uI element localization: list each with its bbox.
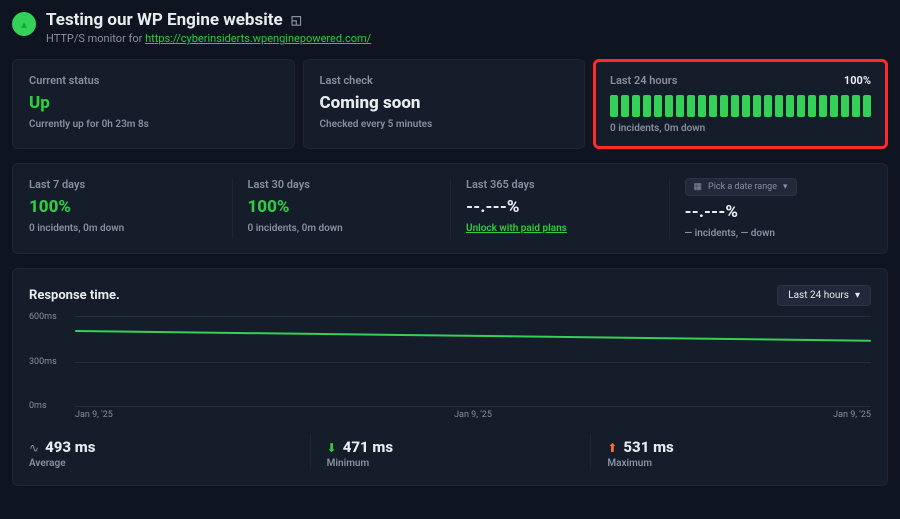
response-time-line xyxy=(75,330,871,342)
uptime-bar xyxy=(852,95,860,117)
stat-minimum-label: Minimum xyxy=(327,458,591,469)
period-365d-label: Last 365 days xyxy=(466,178,653,191)
period-30d-sub: 0 incidents, 0m down xyxy=(248,223,435,234)
unlock-plans-link[interactable]: Unlock with paid plans xyxy=(466,223,567,234)
external-link-icon[interactable]: ◱ xyxy=(291,13,302,27)
uptime-bar xyxy=(720,95,728,117)
stat-maximum-value: 531 ms xyxy=(623,438,673,456)
uptime-bar xyxy=(797,95,805,117)
period-custom-sub: — incidents, — down xyxy=(685,228,872,239)
response-time-xticks: Jan 9, '25 Jan 9, '25 Jan 9, '25 xyxy=(75,410,871,420)
uptime-bar xyxy=(819,95,827,117)
ytick-600: 600ms xyxy=(29,312,57,322)
uptime-bar xyxy=(841,95,849,117)
stat-maximum: ⬆ 531 ms Maximum xyxy=(590,434,871,469)
last-24h-label: Last 24 hours xyxy=(610,74,677,87)
period-7d-value: 100% xyxy=(29,197,216,217)
monitor-header: ▴ Testing our WP Engine website ◱ HTTP/S… xyxy=(12,10,888,45)
uptime-bar xyxy=(786,95,794,117)
current-status-sub: Currently up for 0h 23m 8s xyxy=(29,119,278,130)
period-30d-value: 100% xyxy=(248,197,435,217)
last-check-label: Last check xyxy=(320,74,569,87)
stat-average: ∿ 493 ms Average xyxy=(29,434,310,469)
uptime-bar xyxy=(621,95,629,117)
ytick-300: 300ms xyxy=(29,357,57,367)
uptime-bar xyxy=(764,95,772,117)
status-indicator-icon: ▴ xyxy=(12,12,36,36)
uptime-bar xyxy=(742,95,750,117)
uptime-bar xyxy=(643,95,651,117)
uptime-bar xyxy=(676,95,684,117)
xtick-mid: Jan 9, '25 xyxy=(454,410,492,420)
uptime-bar xyxy=(632,95,640,117)
uptime-bar xyxy=(775,95,783,117)
stat-average-label: Average xyxy=(29,458,310,469)
monitor-type-label: HTTP/S monitor for xyxy=(46,32,145,45)
uptime-bar xyxy=(808,95,816,117)
monitor-subtitle: HTTP/S monitor for https://cyberinsidert… xyxy=(46,32,371,45)
response-time-chart: 600ms 300ms 0ms xyxy=(75,316,871,406)
current-status-label: Current status xyxy=(29,74,278,87)
stat-maximum-label: Maximum xyxy=(607,458,871,469)
uptime-bar xyxy=(698,95,706,117)
xtick-right: Jan 9, '25 xyxy=(833,410,871,420)
maximum-icon: ⬆ xyxy=(607,441,617,455)
uptime-bar xyxy=(687,95,695,117)
xtick-left: Jan 9, '25 xyxy=(75,410,113,420)
last-check-value: Coming soon xyxy=(320,93,569,113)
period-custom-value: --.---% xyxy=(685,202,872,222)
response-time-range-label: Last 24 hours xyxy=(788,290,849,301)
uptime-bar xyxy=(731,95,739,117)
minimum-icon: ⬇ xyxy=(327,441,337,455)
response-time-panel: Response time. Last 24 hours ▾ 600ms 300… xyxy=(12,268,888,486)
current-status-value: Up xyxy=(29,93,278,113)
period-7d: Last 7 days 100% 0 incidents, 0m down xyxy=(13,164,232,253)
last-24h-card: Last 24 hours 100% 0 incidents, 0m down xyxy=(593,59,888,149)
period-365d-value: --.---% xyxy=(466,197,653,217)
last-check-sub: Checked every 5 minutes xyxy=(320,119,569,130)
page-title: Testing our WP Engine website xyxy=(46,10,283,30)
uptime-bar xyxy=(665,95,673,117)
uptime-bar xyxy=(709,95,717,117)
period-custom: ▦ Pick a date range ▾ --.---% — incident… xyxy=(669,164,888,253)
uptime-bar xyxy=(654,95,662,117)
uptime-bar xyxy=(753,95,761,117)
response-time-stats: ∿ 493 ms Average ⬇ 471 ms Minimum ⬆ 531 ms … xyxy=(29,434,871,469)
uptime-bars xyxy=(610,95,871,117)
chevron-down-icon: ▾ xyxy=(783,182,788,192)
stat-average-value: 493 ms xyxy=(45,438,95,456)
last-24h-sub: 0 incidents, 0m down xyxy=(610,123,871,134)
uptime-bar xyxy=(610,95,618,117)
monitor-url-link[interactable]: https://cyberinsiderts.wpenginepowered.c… xyxy=(145,32,371,45)
average-icon: ∿ xyxy=(29,441,39,455)
uptime-periods-row: Last 7 days 100% 0 incidents, 0m down La… xyxy=(12,163,888,254)
summary-cards-row: Current status Up Currently up for 0h 23… xyxy=(12,59,888,149)
response-time-range-button[interactable]: Last 24 hours ▾ xyxy=(777,285,871,306)
period-30d-label: Last 30 days xyxy=(248,178,435,191)
last-check-card: Last check Coming soon Checked every 5 m… xyxy=(303,59,586,149)
stat-minimum-value: 471 ms xyxy=(343,438,393,456)
uptime-bar xyxy=(830,95,838,117)
chevron-down-icon: ▾ xyxy=(855,290,860,301)
pick-date-range-label: Pick a date range xyxy=(708,182,777,192)
period-7d-label: Last 7 days xyxy=(29,178,216,191)
response-time-title: Response time. xyxy=(29,288,120,303)
period-365d: Last 365 days --.---% Unlock with paid p… xyxy=(450,164,669,253)
pick-date-range-button[interactable]: ▦ Pick a date range ▾ xyxy=(685,178,797,196)
stat-minimum: ⬇ 471 ms Minimum xyxy=(310,434,591,469)
last-24h-pct: 100% xyxy=(844,74,871,87)
period-30d: Last 30 days 100% 0 incidents, 0m down xyxy=(232,164,451,253)
period-7d-sub: 0 incidents, 0m down xyxy=(29,223,216,234)
uptime-bar xyxy=(863,95,871,117)
current-status-card: Current status Up Currently up for 0h 23… xyxy=(12,59,295,149)
calendar-icon: ▦ xyxy=(694,182,703,192)
ytick-0: 0ms xyxy=(29,401,47,411)
